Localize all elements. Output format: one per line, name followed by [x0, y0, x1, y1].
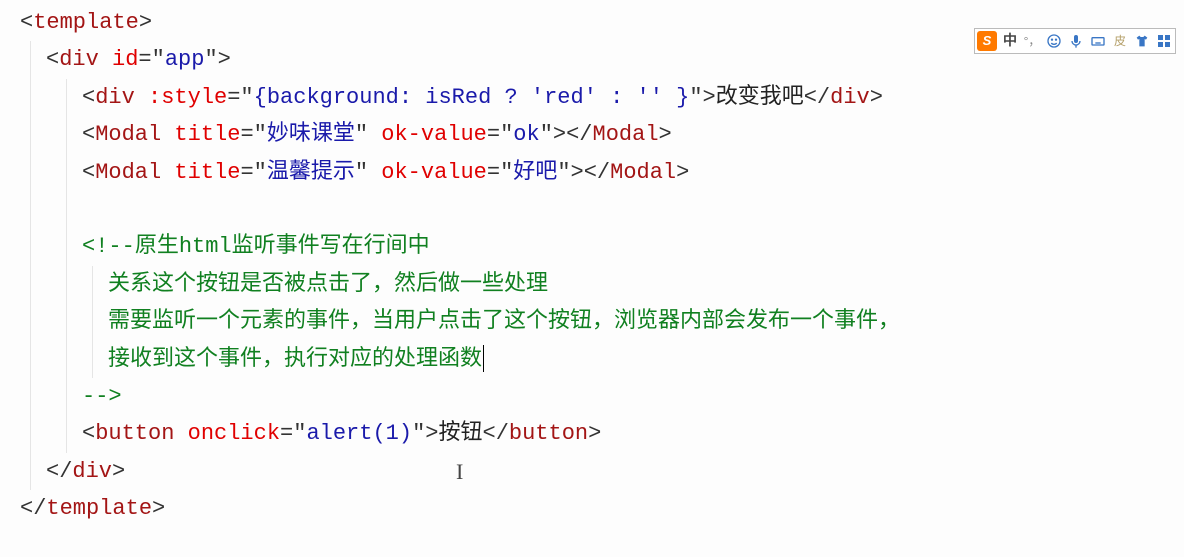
punct: > — [139, 10, 152, 35]
element-text: 改变我吧 — [716, 85, 804, 110]
attr-value: ok — [513, 122, 539, 147]
attr-name: :style — [148, 85, 227, 110]
tag-name: Modal — [95, 122, 161, 147]
comment-open: <!-- — [82, 234, 135, 259]
comment-close: --> — [82, 384, 122, 409]
comment-text: 原生html监听事件写在行间中 — [135, 234, 430, 259]
mouse-text-cursor-icon: I — [456, 453, 463, 490]
code-line[interactable]: 接收到这个事件，执行对应的处理函数 — [8, 341, 1176, 378]
code-line[interactable]: <Modal title="妙味课堂" ok-value="ok"></Moda… — [8, 116, 1176, 153]
code-line[interactable]: <!--原生html监听事件写在行间中 — [8, 228, 1176, 265]
skin-icon[interactable] — [1133, 31, 1151, 51]
tag-name: div — [72, 459, 112, 484]
comment-text: 需要监听一个元素的事件，当用户点击了这个按钮，浏览器内部会发布一个事件， — [108, 309, 900, 334]
code-line[interactable]: </div>I — [8, 453, 1176, 490]
punct: < — [20, 10, 33, 35]
comment-text: 接收到这个事件，执行对应的处理函数 — [108, 347, 482, 372]
attr-value: 温馨提示 — [267, 160, 355, 185]
ime-language-toggle[interactable]: 中 — [1001, 31, 1019, 51]
handwriting-icon[interactable]: 皮 — [1111, 31, 1129, 51]
element-text: 按钮 — [438, 421, 482, 446]
ime-punct-mode[interactable]: °， — [1023, 31, 1041, 51]
tag-name: Modal — [95, 160, 161, 185]
microphone-icon[interactable] — [1067, 31, 1085, 51]
code-line[interactable]: <Modal title="温馨提示" ok-value="好吧"></Moda… — [8, 154, 1176, 191]
sogou-logo-icon[interactable]: S — [977, 31, 997, 51]
attr-name: title — [174, 160, 240, 185]
keyboard-icon[interactable] — [1089, 31, 1107, 51]
attr-value: app — [165, 47, 205, 72]
attr-value: {background: isRed ? 'red' : '' } — [254, 85, 690, 110]
text-cursor — [483, 345, 484, 371]
code-line[interactable]: <button onclick="alert(1)">按钮</button> — [8, 415, 1176, 452]
ime-toolbar[interactable]: S 中 °， 皮 — [974, 28, 1176, 54]
tag-name: div — [95, 85, 135, 110]
attr-name: id — [112, 47, 138, 72]
punct: < — [46, 47, 59, 72]
attr-name: ok-value — [381, 122, 487, 147]
tag-name: button — [95, 421, 174, 446]
code-editor[interactable]: <template> <div id="app"> <div :style="{… — [0, 0, 1184, 531]
code-line[interactable]: 关系这个按钮是否被点击了，然后做一些处理 — [8, 266, 1176, 303]
attr-name: onclick — [188, 421, 280, 446]
comment-text: 关系这个按钮是否被点击了，然后做一些处理 — [108, 272, 548, 297]
tag-name: div — [59, 47, 99, 72]
code-line[interactable]: --> — [8, 378, 1176, 415]
attr-value: 好吧 — [513, 160, 557, 185]
attr-name: ok-value — [381, 160, 487, 185]
attr-name: title — [174, 122, 240, 147]
code-line[interactable]: </template> — [8, 490, 1176, 527]
code-line[interactable]: <div :style="{background: isRed ? 'red' … — [8, 79, 1176, 116]
code-line[interactable] — [8, 191, 1176, 228]
toolbox-icon[interactable] — [1155, 31, 1173, 51]
tag-name: template — [46, 496, 152, 521]
attr-value: 妙味课堂 — [267, 122, 355, 147]
tag-name: template — [33, 10, 139, 35]
attr-value: alert(1) — [306, 421, 412, 446]
code-line[interactable]: 需要监听一个元素的事件，当用户点击了这个按钮，浏览器内部会发布一个事件， — [8, 303, 1176, 340]
emoji-icon[interactable] — [1045, 31, 1063, 51]
